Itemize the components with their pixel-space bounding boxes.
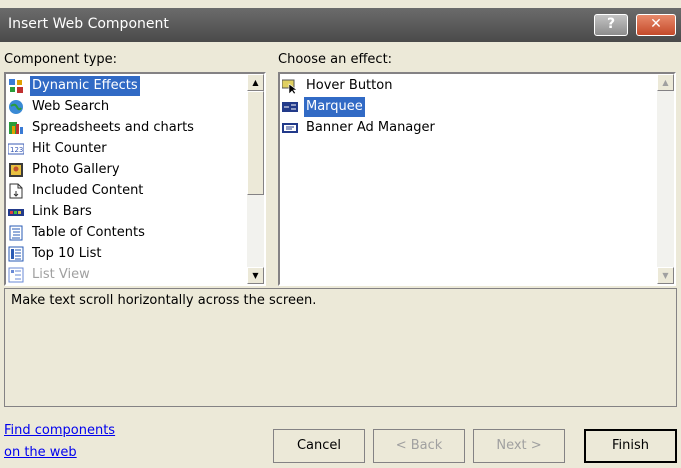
list-item-label: Banner Ad Manager (306, 120, 435, 135)
find-components-link-line1[interactable]: Find components (4, 423, 115, 438)
table-of-contents-icon (8, 225, 24, 241)
list-item-label: Link Bars (32, 204, 92, 219)
description-text: Make text scroll horizontally across the… (11, 293, 317, 308)
web-search-icon (8, 99, 24, 115)
list-item-label: Web Search (32, 99, 110, 114)
effects-list[interactable]: Hover Button Marquee Banner Ad Manager ▲… (278, 72, 676, 286)
list-item-label: Spreadsheets and charts (32, 120, 194, 135)
help-button[interactable]: ? (594, 14, 628, 36)
effects-list-scrollbar[interactable]: ▲ ▼ (657, 74, 674, 284)
list-view-icon (8, 267, 24, 283)
scroll-up-button[interactable]: ▲ (657, 74, 674, 91)
list-item-marquee[interactable]: Marquee (282, 97, 656, 117)
list-item-label: Table of Contents (32, 225, 145, 240)
find-components-link-line2[interactable]: on the web (4, 445, 77, 460)
photo-gallery-icon (8, 162, 24, 178)
list-item-label: List View (32, 267, 90, 282)
down-arrow-icon: ▼ (662, 271, 669, 280)
up-arrow-icon: ▲ (252, 78, 259, 87)
link-bars-icon (8, 204, 24, 220)
scroll-up-button[interactable]: ▲ (247, 74, 264, 91)
insert-web-component-dialog: Insert Web Component ? ✕ Component type:… (0, 0, 681, 468)
included-content-icon (8, 183, 24, 199)
list-item-label: Photo Gallery (32, 162, 120, 177)
scroll-down-button[interactable]: ▼ (247, 267, 264, 284)
scroll-down-button[interactable]: ▼ (657, 267, 674, 284)
scroll-thumb[interactable] (247, 91, 264, 195)
title-bar: Insert Web Component ? ✕ (0, 8, 681, 42)
list-item-label: Marquee (304, 97, 365, 117)
svg-text:123: 123 (10, 146, 23, 154)
up-arrow-icon: ▲ (662, 78, 669, 87)
list-item-label: Included Content (32, 183, 144, 198)
close-button[interactable]: ✕ (636, 14, 676, 36)
component-type-label: Component type: (4, 52, 118, 67)
spreadsheets-icon (8, 120, 24, 136)
next-button[interactable]: Next > (473, 429, 565, 463)
back-button[interactable]: < Back (373, 429, 465, 463)
cancel-button[interactable]: Cancel (273, 429, 365, 463)
component-list-scrollbar[interactable]: ▲ ▼ (247, 74, 264, 284)
choose-effect-label: Choose an effect: (278, 52, 393, 67)
marquee-icon (282, 99, 298, 115)
list-item-label: Hit Counter (32, 141, 107, 156)
banner-ad-icon (282, 120, 298, 136)
top-10-list-icon (8, 246, 24, 262)
close-icon: ✕ (650, 16, 662, 32)
help-icon: ? (606, 16, 616, 32)
list-item-label: Hover Button (306, 78, 393, 93)
hover-button-icon (281, 78, 298, 95)
dynamic-effects-icon (8, 78, 24, 94)
hit-counter-icon: 123 (7, 141, 25, 157)
dialog-title: Insert Web Component (8, 16, 169, 32)
finish-button[interactable]: Finish (584, 429, 677, 463)
description-panel: Make text scroll horizontally across the… (4, 288, 677, 407)
component-type-list[interactable]: Dynamic Effects Web Search Spreadsheets … (4, 72, 266, 286)
list-item-label: Dynamic Effects (30, 76, 140, 96)
down-arrow-icon: ▼ (252, 271, 259, 280)
list-item-label: Top 10 List (32, 246, 102, 261)
